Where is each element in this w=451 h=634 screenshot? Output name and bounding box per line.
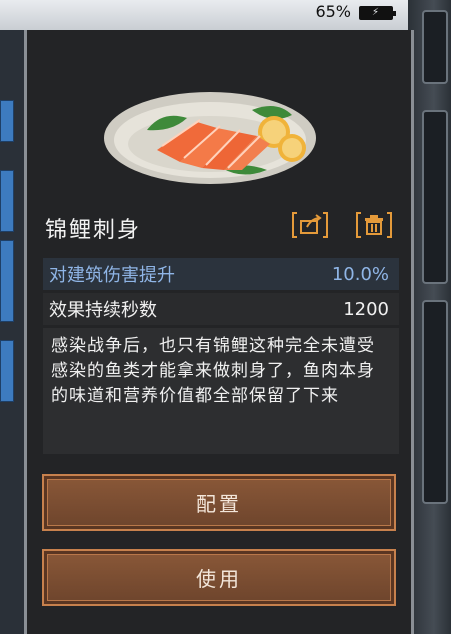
delete-button[interactable] (355, 210, 393, 240)
background-slot (422, 300, 448, 504)
item-detail-panel: 锦鲤刺身 对建筑伤害提升 10.0% 效果持续秒数 1200 感染战争后，也只有… (24, 30, 414, 634)
item-name: 锦鲤刺身 (45, 218, 142, 243)
share-button[interactable] (291, 210, 329, 240)
trash-icon (356, 212, 392, 238)
stat-label: 效果持续秒数 (49, 300, 157, 321)
stat-value: 10.0% (331, 263, 389, 285)
background-tab (0, 240, 14, 322)
battery-percent: 65% (315, 2, 351, 21)
share-icon (292, 212, 328, 238)
battery-charging-icon: ⚡ (359, 6, 396, 20)
use-button[interactable]: 使用 (42, 549, 396, 606)
stat-value: 1200 (343, 298, 389, 320)
background-tab (0, 170, 14, 232)
configure-button[interactable]: 配置 (42, 474, 396, 531)
stat-row-duration: 效果持续秒数 1200 (43, 293, 399, 325)
background-tab (0, 340, 14, 402)
salmon-sashimi-image (104, 92, 316, 184)
background-frame (408, 0, 451, 634)
stat-row-building-damage: 对建筑伤害提升 10.0% (43, 258, 399, 290)
background-tab (0, 100, 14, 142)
background-slot (422, 110, 448, 284)
background-slot (422, 10, 448, 84)
stat-label: 对建筑伤害提升 (49, 265, 175, 286)
status-bar: 65% ⚡ (0, 0, 451, 30)
item-description: 感染战争后，也只有锦鲤这种完全未遭受感染的鱼类才能拿来做刺身了，鱼肉本身的味道和… (43, 328, 399, 454)
